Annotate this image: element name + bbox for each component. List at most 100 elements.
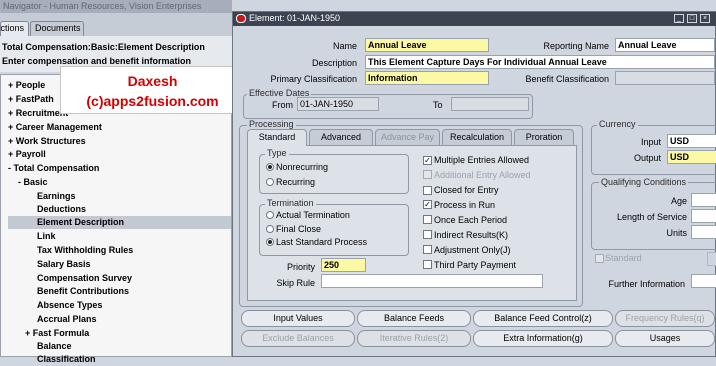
name-label: Name: [332, 41, 357, 51]
closed-for-entry-label[interactable]: Closed for Entry: [434, 185, 499, 195]
output-currency-label: Output: [633, 153, 661, 163]
multiple-entries-label[interactable]: Multiple Entries Allowed: [434, 155, 529, 165]
multiple-entries-checkbox[interactable]: ✓: [423, 156, 432, 165]
iterative-rules-button[interactable]: Iterative Rules(2): [357, 330, 471, 347]
priority-field[interactable]: 250: [321, 258, 366, 272]
minimize-icon[interactable]: _: [674, 14, 684, 23]
once-each-period-label[interactable]: Once Each Period: [434, 215, 507, 225]
nonrecurring-radio[interactable]: [266, 163, 274, 171]
exclude-balances-button[interactable]: Exclude Balances: [241, 330, 355, 347]
once-each-period-checkbox[interactable]: [423, 215, 432, 224]
length-of-service-field[interactable]: [691, 209, 716, 223]
navigator-path-line1: Total Compensation:Basic:Element Descrip…: [2, 42, 205, 52]
balance-feeds-button[interactable]: Balance Feeds: [357, 310, 471, 327]
output-currency-field[interactable]: USD: [667, 150, 716, 164]
age-field[interactable]: [691, 193, 716, 207]
extra-information-button[interactable]: Extra Information(g): [473, 330, 613, 347]
tree-item-salary-basis[interactable]: Salary Basis: [37, 258, 91, 271]
closed-for-entry-checkbox[interactable]: [423, 186, 432, 195]
tree-item-deductions[interactable]: Deductions: [37, 203, 86, 216]
actual-termination-label[interactable]: Actual Termination: [276, 210, 350, 220]
element-window: Element: 01-JAN-1950 _ □ × Name Annual L…: [232, 11, 716, 357]
input-currency-field[interactable]: USD: [667, 134, 716, 148]
tab-proration[interactable]: Proration: [514, 129, 574, 145]
processing-title: Processing: [247, 119, 296, 129]
processing-tabbar: Standard Advanced Advance Pay Recalculat…: [247, 129, 574, 146]
tree-item-compensation-survey[interactable]: Compensation Survey: [37, 272, 132, 285]
adjustment-only-checkbox[interactable]: [423, 245, 432, 254]
standard-link-field[interactable]: [707, 252, 716, 266]
navigator-title: Navigator - Human Resources, Vision Ente…: [0, 0, 232, 13]
third-party-payment-label[interactable]: Third Party Payment: [434, 260, 516, 270]
last-standard-process-label[interactable]: Last Standard Process: [276, 237, 367, 247]
navigator-tree: + People + FastPath + Recruitment + Care…: [0, 74, 232, 364]
further-information-label: Further Information: [608, 279, 685, 289]
recurring-radio[interactable]: [266, 178, 274, 186]
close-icon[interactable]: ×: [700, 14, 710, 23]
tree-item-payroll[interactable]: + Payroll: [8, 148, 46, 161]
process-in-run-checkbox[interactable]: ✓: [423, 200, 432, 209]
skip-rule-field[interactable]: [321, 274, 543, 288]
tree-item-link[interactable]: Link: [37, 230, 56, 243]
balance-feed-control-button[interactable]: Balance Feed Control(z): [473, 310, 613, 327]
skip-rule-label: Skip Rule: [276, 278, 315, 288]
tree-item-classification[interactable]: Classification: [37, 353, 96, 366]
window-titlebar: Element: 01-JAN-1950 _ □ ×: [233, 12, 716, 26]
adjustment-only-label[interactable]: Adjustment Only(J): [434, 245, 511, 255]
third-party-payment-checkbox[interactable]: [423, 260, 432, 269]
process-in-run-label[interactable]: Process in Run: [434, 200, 495, 210]
watermark-line1: Daxesh: [127, 73, 178, 89]
tab-recalculation[interactable]: Recalculation: [442, 129, 512, 145]
final-close-label[interactable]: Final Close: [276, 224, 321, 234]
from-date-field[interactable]: 01-JAN-1950: [297, 97, 379, 111]
tree-item-element-description[interactable]: Element Description: [8, 216, 231, 229]
reporting-name-field[interactable]: Annual Leave: [615, 38, 715, 52]
maximize-icon[interactable]: □: [687, 14, 697, 23]
tree-item-earnings[interactable]: Earnings: [37, 190, 76, 203]
tab-standard[interactable]: Standard: [247, 129, 307, 146]
units-label: Units: [666, 228, 687, 238]
tree-item-fast-formula[interactable]: + Fast Formula: [25, 327, 89, 340]
final-close-radio[interactable]: [266, 225, 274, 233]
standard-label[interactable]: Standard: [605, 253, 642, 263]
tab-advance-pay[interactable]: Advance Pay: [375, 129, 440, 145]
to-date-field[interactable]: [451, 97, 529, 111]
tree-item-work-structures[interactable]: + Work Structures: [8, 135, 86, 148]
recurring-label[interactable]: Recurring: [276, 177, 315, 187]
indirect-results-label[interactable]: Indirect Results(K): [434, 230, 508, 240]
tree-item-career-management[interactable]: + Career Management: [8, 121, 102, 134]
tab-documents[interactable]: Documents: [30, 21, 84, 36]
actual-termination-radio[interactable]: [266, 211, 274, 219]
watermark-line2: (c)apps2fusion.com: [86, 93, 219, 109]
usages-button[interactable]: Usages: [615, 330, 715, 347]
benefit-classification-field[interactable]: [615, 71, 715, 85]
description-label: Description: [311, 58, 357, 68]
additional-entry-checkbox[interactable]: [423, 170, 432, 179]
indirect-results-checkbox[interactable]: [423, 230, 432, 239]
tree-item-absence-types[interactable]: Absence Types: [37, 299, 102, 312]
tree-item-fastpath[interactable]: + FastPath: [8, 93, 54, 106]
tab-functions[interactable]: Functions: [0, 21, 29, 36]
navigator-tabbar: Functions Documents: [0, 13, 232, 36]
nonrecurring-label[interactable]: Nonrecurring: [276, 162, 328, 172]
tree-item-benefit-contributions[interactable]: Benefit Contributions: [37, 285, 129, 298]
primary-classification-field[interactable]: Information: [365, 71, 489, 85]
standard-checkbox[interactable]: [595, 254, 604, 263]
additional-entry-label[interactable]: Additional Entry Allowed: [434, 170, 531, 180]
last-standard-process-radio[interactable]: [266, 238, 274, 246]
input-values-button[interactable]: Input Values: [241, 310, 355, 327]
qualifying-conditions-title: Qualifying Conditions: [599, 177, 689, 187]
tree-item-accrual-plans[interactable]: Accrual Plans: [37, 313, 97, 326]
tree-item-people[interactable]: + People: [8, 79, 45, 92]
units-field[interactable]: [691, 225, 716, 239]
further-information-field[interactable]: [691, 274, 716, 288]
frequency-rules-button[interactable]: Frequency Rules(q): [615, 310, 715, 327]
tree-item-total-compensation[interactable]: - Total Compensation: [8, 162, 99, 175]
tab-advanced[interactable]: Advanced: [309, 129, 373, 145]
name-field[interactable]: Annual Leave: [365, 38, 489, 52]
description-field[interactable]: This Element Capture Days For Individual…: [365, 55, 715, 69]
tree-item-balance[interactable]: Balance: [37, 340, 72, 353]
primary-classification-label: Primary Classification: [270, 74, 357, 84]
tree-item-tax-withholding-rules[interactable]: Tax Withholding Rules: [37, 244, 133, 257]
tree-item-basic[interactable]: - Basic: [18, 176, 48, 189]
